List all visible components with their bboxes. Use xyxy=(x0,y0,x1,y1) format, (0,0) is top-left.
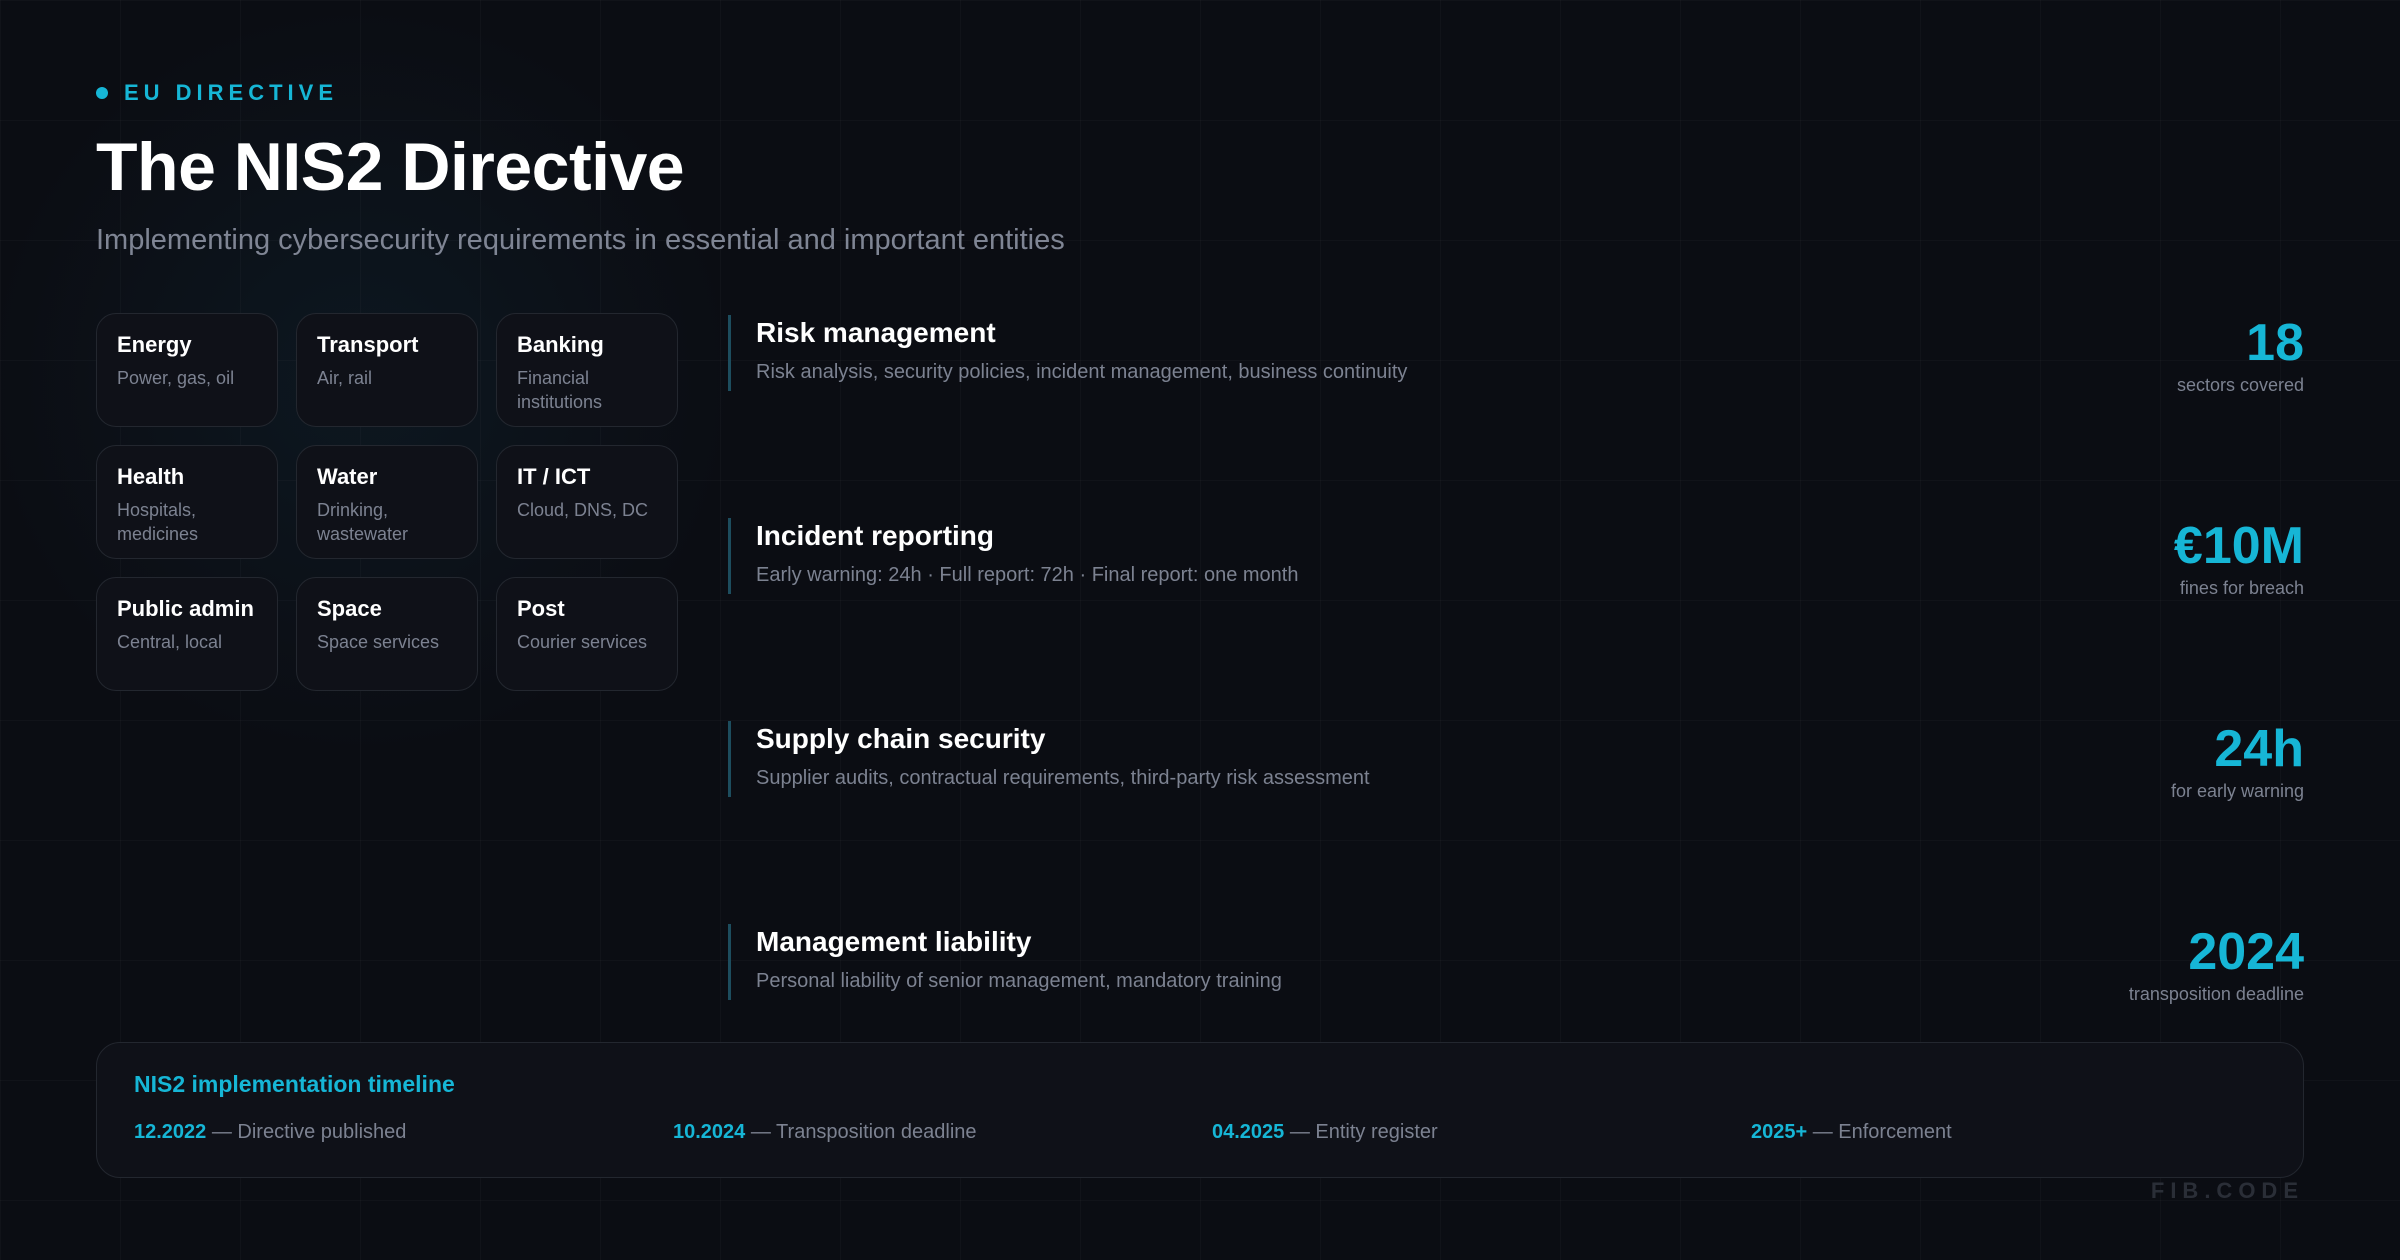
requirement-title: Management liability xyxy=(756,926,1032,957)
sector-card-post: Post Courier services xyxy=(496,577,678,691)
stat-label: for early warning xyxy=(2170,781,2304,801)
sector-description: Space services xyxy=(317,632,440,652)
timeline-event-date: 2025+ xyxy=(1751,1121,1808,1143)
sector-card-energy: Energy Power, gas, oil xyxy=(96,313,278,427)
requirement-management-liability: Management liability Personal liability … xyxy=(728,922,2304,1004)
stat-block: 24h for early warning xyxy=(2171,719,2304,802)
sector-description: Financial institutions xyxy=(517,368,603,412)
stat-block: 18 sectors covered xyxy=(2177,313,2304,396)
sector-name: Water xyxy=(317,464,378,489)
stat-label: transposition deadline xyxy=(2128,984,2304,1004)
sector-name: Banking xyxy=(517,332,604,357)
sector-card-water: Water Drinking, wastewater xyxy=(296,445,478,559)
requirement-incident-reporting: Incident reporting Early warning: 24h · … xyxy=(728,516,2304,598)
requirements-list: Risk management Risk analysis, security … xyxy=(728,313,2304,1004)
requirement-accent-bar xyxy=(728,315,731,391)
timeline-event-label: — Enforcement xyxy=(1812,1121,1952,1143)
sector-card-health: Health Hospitals, medicines xyxy=(96,445,278,559)
slide: EU DIRECTIVE The NIS2 Directive Implemen… xyxy=(0,0,2400,1260)
sector-card-it-ict: IT / ICT Cloud, DNS, DC xyxy=(496,445,678,559)
sector-name: Health xyxy=(117,464,185,489)
sector-name: Public admin xyxy=(117,596,254,621)
requirement-title: Incident reporting xyxy=(756,520,994,551)
brand-watermark: FIB.CODE xyxy=(2150,1178,2304,1203)
requirement-accent-bar xyxy=(728,924,731,1000)
sector-description: Courier services xyxy=(517,632,648,652)
sector-grid: Energy Power, gas, oil Transport Air, ra… xyxy=(96,313,678,691)
timeline-panel: NIS2 implementation timeline 12.2022 — D… xyxy=(96,1042,2304,1178)
stat-value: 2024 xyxy=(2188,923,2304,981)
timeline-event: 12.2022 — Directive published xyxy=(134,1121,406,1144)
timeline-event-date: 04.2025 xyxy=(1212,1121,1285,1143)
sector-card-space: Space Space services xyxy=(296,577,478,691)
stat-block: €10M fines for breach xyxy=(2174,516,2304,599)
requirement-description: Personal liability of senior management,… xyxy=(756,970,1282,992)
page-subtitle: Implementing cybersecurity requirements … xyxy=(96,224,1065,256)
stat-value: €10M xyxy=(2173,517,2304,575)
timeline-event-date: 12.2022 xyxy=(134,1121,207,1143)
timeline-event-label: — Entity register xyxy=(1289,1121,1438,1143)
requirement-supply-chain-security: Supply chain security Supplier audits, c… xyxy=(728,719,2304,801)
sector-description: Air, rail xyxy=(317,368,373,388)
page-title: The NIS2 Directive xyxy=(96,129,685,205)
timeline-event-label: — Directive published xyxy=(211,1121,407,1143)
sector-card-public-admin: Public admin Central, local xyxy=(96,577,278,691)
timeline-event: 04.2025 — Entity register xyxy=(1212,1121,1438,1144)
requirement-accent-bar xyxy=(728,518,731,594)
stat-label: fines for breach xyxy=(2179,578,2304,598)
sector-name: Transport xyxy=(317,332,419,357)
sector-description: Power, gas, oil xyxy=(117,368,235,388)
requirement-title: Risk management xyxy=(756,317,996,348)
timeline-title: NIS2 implementation timeline xyxy=(134,1071,455,1097)
eyebrow-dot-icon xyxy=(96,87,108,99)
sector-name: Post xyxy=(517,596,565,621)
stat-value: 24h xyxy=(2214,720,2304,778)
sector-description: Hospitals, medicines xyxy=(117,500,199,544)
sector-name: IT / ICT xyxy=(517,464,591,489)
eyebrow-label: EU DIRECTIVE xyxy=(124,80,339,105)
timeline-events: 12.2022 — Directive published 10.2024 — … xyxy=(134,1121,2268,1151)
stat-block: 2024 transposition deadline xyxy=(2129,922,2304,1005)
requirement-risk-management: Risk management Risk analysis, security … xyxy=(728,313,2304,395)
stat-label: sectors covered xyxy=(2176,375,2304,395)
eyebrow: EU DIRECTIVE xyxy=(96,80,338,106)
sector-description: Drinking, wastewater xyxy=(317,500,409,544)
sector-description: Central, local xyxy=(117,632,223,652)
timeline-event: 2025+ — Enforcement xyxy=(1751,1121,1952,1144)
timeline-event-date: 10.2024 xyxy=(673,1121,746,1143)
requirement-title: Supply chain security xyxy=(756,723,1046,754)
sector-name: Space xyxy=(317,596,382,621)
sector-card-transport: Transport Air, rail xyxy=(296,313,478,427)
sector-description: Cloud, DNS, DC xyxy=(517,500,649,520)
sector-name: Energy xyxy=(117,332,192,357)
requirement-description: Risk analysis, security policies, incide… xyxy=(756,361,1408,383)
requirement-description: Early warning: 24h · Full report: 72h · … xyxy=(756,564,1299,586)
timeline-event-label: — Transposition deadline xyxy=(750,1121,977,1143)
requirement-description: Supplier audits, contractual requirement… xyxy=(756,767,1370,789)
requirement-accent-bar xyxy=(728,721,731,797)
timeline-event: 10.2024 — Transposition deadline xyxy=(673,1121,977,1144)
stat-value: 18 xyxy=(2246,314,2304,372)
sector-card-banking: Banking Financial institutions xyxy=(496,313,678,427)
